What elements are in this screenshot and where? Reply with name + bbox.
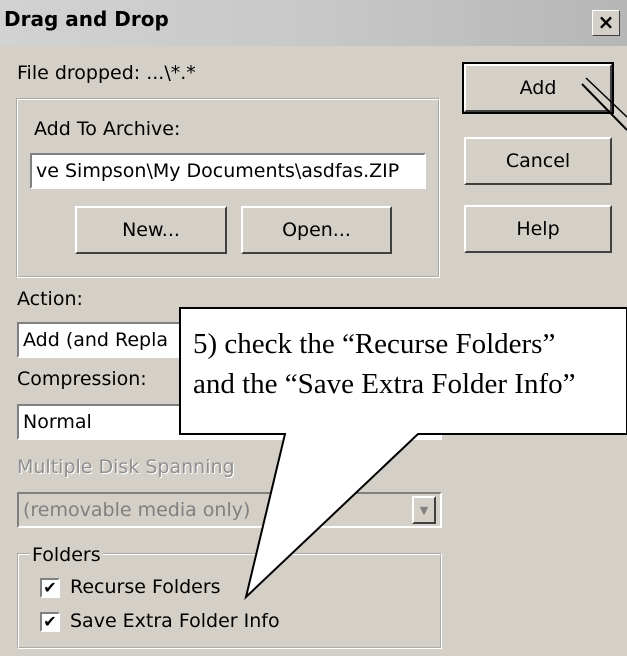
- callout-line-1: 5) check the “Recurse Folders”: [193, 328, 556, 360]
- callout-line-2: and the “Save Extra Folder Info”: [193, 368, 576, 400]
- add-pointer-arrow: [581, 83, 627, 131]
- add-pointer-arrow-2: [585, 77, 627, 118]
